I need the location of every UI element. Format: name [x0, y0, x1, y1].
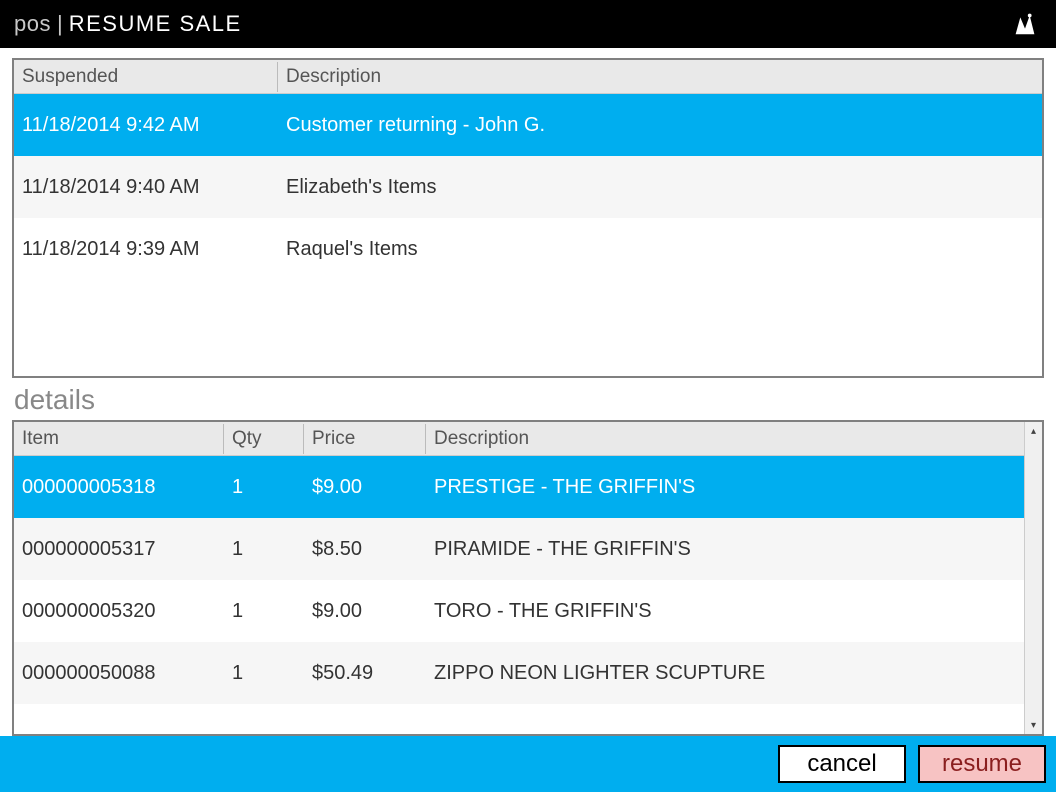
details-cell-price: $8.50 [304, 538, 426, 561]
details-cell-qty: 1 [224, 600, 304, 623]
details-cell-qty: 1 [224, 662, 304, 685]
details-cell-description: ZIPPO NEON LIGHTER SCUPTURE [426, 662, 1024, 685]
suspended-cell-time: 11/18/2014 9:40 AM [14, 176, 278, 199]
details-cell-description: PIRAMIDE - THE GRIFFIN'S [426, 538, 1024, 561]
suspended-cell-description: Elizabeth's Items [278, 176, 1042, 199]
column-header-description[interactable]: Description [278, 62, 1042, 92]
title-separator: | [57, 11, 63, 37]
suspended-cell-time: 11/18/2014 9:39 AM [14, 238, 278, 261]
details-cell-item: 000000005317 [14, 538, 224, 561]
details-row[interactable]: 000000050088 1 $50.49 ZIPPO NEON LIGHTER… [14, 642, 1024, 704]
details-cell-item: 000000005320 [14, 600, 224, 623]
resume-button[interactable]: resume [918, 745, 1046, 783]
column-header-item[interactable]: Item [14, 424, 224, 454]
details-row[interactable]: 000000005318 1 $9.00 PRESTIGE - THE GRIF… [14, 456, 1024, 518]
details-cell-price: $9.00 [304, 600, 426, 623]
details-cell-price: $50.49 [304, 662, 426, 685]
column-header-price[interactable]: Price [304, 424, 426, 454]
suspended-sales-table: Suspended Description 11/18/2014 9:42 AM… [12, 58, 1044, 378]
suspended-cell-description: Customer returning - John G. [278, 114, 1042, 137]
page-title: RESUME SALE [69, 11, 242, 37]
scroll-down-icon[interactable]: ▾ [1027, 718, 1041, 732]
details-table-header: Item Qty Price Description [14, 422, 1024, 456]
details-scrollbar[interactable]: ▴ ▾ [1024, 422, 1042, 734]
details-table: Item Qty Price Description 000000005318 … [12, 420, 1044, 736]
column-header-description[interactable]: Description [426, 424, 1024, 454]
column-header-suspended[interactable]: Suspended [14, 62, 278, 92]
details-heading: details [14, 384, 1042, 416]
action-bar: cancel resume [0, 736, 1056, 792]
details-cell-description: TORO - THE GRIFFIN'S [426, 600, 1024, 623]
details-table-body: 000000005318 1 $9.00 PRESTIGE - THE GRIF… [14, 456, 1024, 734]
title-prefix: pos [14, 11, 51, 37]
suspended-table-body: 11/18/2014 9:42 AM Customer returning - … [14, 94, 1042, 376]
scroll-up-icon[interactable]: ▴ [1027, 424, 1041, 438]
details-cell-description: PRESTIGE - THE GRIFFIN'S [426, 476, 1024, 499]
details-cell-price: $9.00 [304, 476, 426, 499]
title-bar: pos | RESUME SALE [0, 0, 1056, 48]
suspended-row[interactable]: 11/18/2014 9:40 AM Elizabeth's Items [14, 156, 1042, 218]
suspended-cell-description: Raquel's Items [278, 238, 1042, 261]
details-cell-qty: 1 [224, 476, 304, 499]
suspended-row[interactable]: 11/18/2014 9:39 AM Raquel's Items [14, 218, 1042, 280]
column-header-qty[interactable]: Qty [224, 424, 304, 454]
cancel-button[interactable]: cancel [778, 745, 906, 783]
suspended-cell-time: 11/18/2014 9:42 AM [14, 114, 278, 137]
details-row[interactable]: 000000005320 1 $9.00 TORO - THE GRIFFIN'… [14, 580, 1024, 642]
content-area: Suspended Description 11/18/2014 9:42 AM… [0, 48, 1056, 736]
app-logo-icon [1010, 8, 1040, 38]
app-window: pos | RESUME SALE Suspended Description … [0, 0, 1056, 792]
details-cell-item: 000000050088 [14, 662, 224, 685]
details-row[interactable]: 000000005317 1 $8.50 PIRAMIDE - THE GRIF… [14, 518, 1024, 580]
details-cell-item: 000000005318 [14, 476, 224, 499]
suspended-row[interactable]: 11/18/2014 9:42 AM Customer returning - … [14, 94, 1042, 156]
suspended-table-header: Suspended Description [14, 60, 1042, 94]
details-cell-qty: 1 [224, 538, 304, 561]
